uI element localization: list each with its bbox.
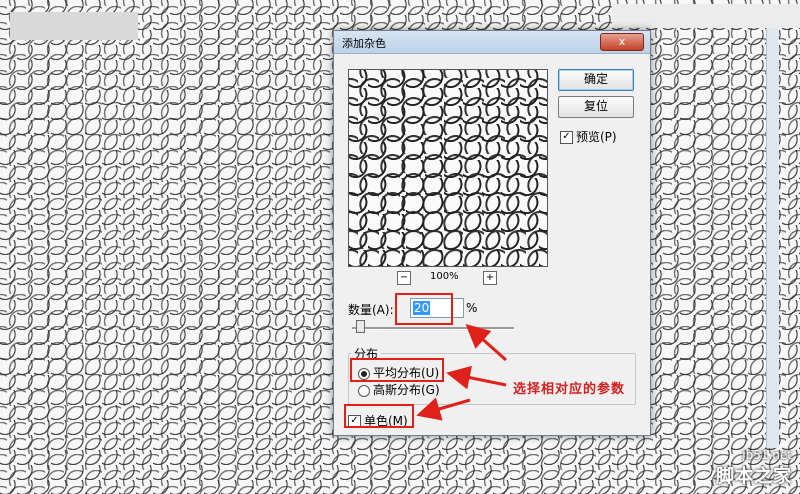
arrow-to-uniform [446,365,507,390]
watermark-name: 脚本之家 [716,466,792,487]
arrow-to-amount [465,324,507,362]
annotation-text: 选择相对应的参数 [513,382,626,397]
watermark: jb51.net 脚本之家 [716,448,792,488]
annotation-arrows [416,324,507,421]
arrow-to-mono [416,397,471,421]
watermark-url: jb51.net [742,448,792,462]
